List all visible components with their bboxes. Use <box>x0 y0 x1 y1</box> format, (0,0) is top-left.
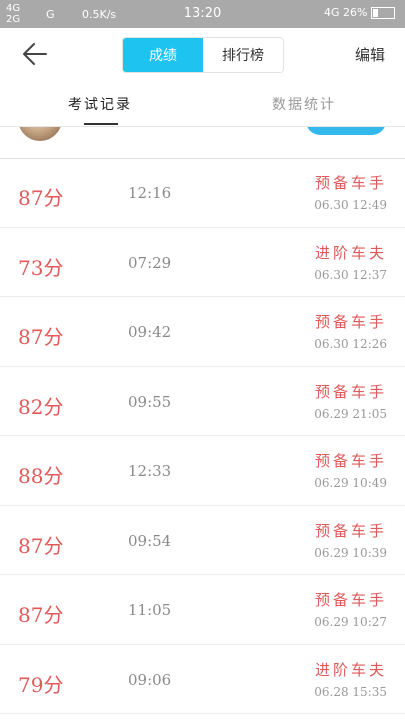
status-bar: 4G 2G G 0.5K/s 13:20 4G 26% <box>0 0 405 28</box>
record-date: 06.30 12:26 <box>314 337 387 351</box>
record-score: 87分 <box>18 533 64 558</box>
record-score: 82分 <box>18 394 64 419</box>
tab-exam-records[interactable]: 考试记录 <box>68 94 132 114</box>
edit-button[interactable]: 编辑 <box>355 44 385 65</box>
record-duration: 09:55 <box>128 392 172 411</box>
segment-scores[interactable]: 成绩 <box>123 38 203 72</box>
record-duration: 09:42 <box>128 323 172 341</box>
avatar <box>18 127 62 141</box>
record-row[interactable]: 88分 12:33 预备车手 06.29 10:49 <box>0 436 405 506</box>
record-duration: 07:29 <box>128 253 172 272</box>
record-row[interactable]: 87分 12:16 预备车手 06.30 12:49 <box>0 158 405 228</box>
record-duration: 11:05 <box>128 601 172 619</box>
segmented-control: 成绩 排行榜 <box>122 37 284 73</box>
record-date: 06.29 10:49 <box>314 476 387 490</box>
record-rank: 进阶车夫 <box>314 243 387 262</box>
record-duration: 09:06 <box>128 670 172 689</box>
top-nav: 成绩 排行榜 编辑 <box>0 28 405 80</box>
record-date: 06.29 21:05 <box>314 406 387 421</box>
record-date: 06.30 12:37 <box>314 267 387 282</box>
record-rank: 预备车手 <box>314 591 387 609</box>
right-network-label: 4G <box>324 6 340 19</box>
record-date: 06.29 10:39 <box>314 545 387 560</box>
segment-leaderboard[interactable]: 排行榜 <box>203 38 283 72</box>
record-score: 87分 <box>18 325 64 349</box>
record-date: 06.28 15:35 <box>314 684 387 699</box>
action-pill-button[interactable] <box>306 127 386 135</box>
record-score: 87分 <box>18 603 64 627</box>
record-rank: 预备车手 <box>314 521 387 540</box>
tab-bar: 考试记录 数据统计 <box>0 80 405 127</box>
record-score: 73分 <box>18 255 64 280</box>
record-duration: 12:33 <box>128 462 172 480</box>
record-duration: 09:54 <box>128 531 172 550</box>
record-row[interactable]: 73分 07:29 进阶车夫 06.30 12:37 <box>0 228 405 297</box>
record-row[interactable]: 82分 09:55 预备车手 06.29 21:05 <box>0 367 405 436</box>
record-score: 88分 <box>18 464 64 488</box>
record-rank: 预备车手 <box>314 452 387 470</box>
record-row[interactable]: 87分 09:42 预备车手 06.30 12:26 <box>0 297 405 367</box>
record-list: 87分 12:16 预备车手 06.30 12:49 73分 07:29 进阶车… <box>0 158 405 714</box>
record-rank: 预备车手 <box>314 174 387 192</box>
record-score: 79分 <box>18 672 64 697</box>
record-date: 06.30 12:49 <box>314 198 387 212</box>
record-score: 87分 <box>18 186 64 210</box>
record-row[interactable]: 79分 09:06 进阶车夫 06.28 15:35 <box>0 645 405 714</box>
record-rank: 进阶车夫 <box>314 660 387 679</box>
record-duration: 12:16 <box>128 184 172 202</box>
battery-icon <box>371 7 395 19</box>
status-right: 4G 26% <box>324 6 395 19</box>
arrow-left-icon <box>23 43 47 65</box>
record-rank: 预备车手 <box>314 382 387 401</box>
tab-data-stats[interactable]: 数据统计 <box>272 94 336 114</box>
record-row[interactable]: 87分 11:05 预备车手 06.29 10:27 <box>0 575 405 645</box>
battery-percent: 26% <box>343 6 368 19</box>
record-date: 06.29 10:27 <box>314 615 387 629</box>
profile-header-partial <box>0 127 405 159</box>
active-tab-indicator <box>84 123 118 125</box>
back-button[interactable] <box>20 40 50 68</box>
record-rank: 预备车手 <box>314 313 387 331</box>
record-row[interactable]: 87分 09:54 预备车手 06.29 10:39 <box>0 506 405 575</box>
